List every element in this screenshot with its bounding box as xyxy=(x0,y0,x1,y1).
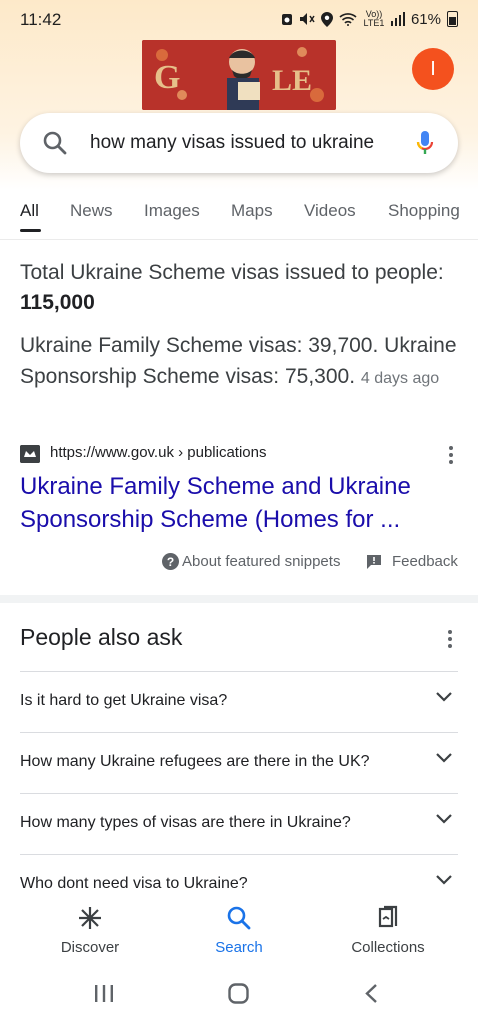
feedback-icon xyxy=(367,554,381,569)
chevron-down-icon xyxy=(436,692,452,702)
chevron-down-icon xyxy=(436,814,452,824)
help-icon: ? xyxy=(162,553,179,570)
nav-search[interactable]: Search xyxy=(179,905,299,956)
nav-discover[interactable]: Discover xyxy=(30,905,150,956)
about-snippets-label: About featured snippets xyxy=(182,553,341,570)
bottom-navigation: Discover Search Collections xyxy=(0,893,478,965)
wifi-icon xyxy=(339,13,357,26)
paa-question-text: Who dont need visa to Ukraine? xyxy=(20,875,248,892)
system-navigation-bar xyxy=(0,965,478,1024)
result-more-icon[interactable] xyxy=(448,446,454,466)
nav-discover-label: Discover xyxy=(60,939,120,956)
tab-maps[interactable]: Maps xyxy=(231,201,273,221)
battery-icon xyxy=(447,11,458,27)
battery-percent: 61% xyxy=(410,10,441,28)
tab-all[interactable]: All xyxy=(20,201,39,221)
paa-question-text: How many types of visas are there in Ukr… xyxy=(20,814,351,831)
source-url[interactable]: https://www.gov.uk › publications xyxy=(50,444,267,461)
nav-search-label: Search xyxy=(215,939,263,956)
status-icons: Vo)) LTE1 61% xyxy=(281,10,458,28)
feedback-button[interactable]: Feedback xyxy=(366,553,458,570)
paa-question[interactable]: Is it hard to get Ukraine visa? xyxy=(20,671,458,732)
paa-question[interactable]: How many types of visas are there in Ukr… xyxy=(20,793,458,854)
status-bar: 11:42 Vo)) LTE1 61% xyxy=(0,0,478,40)
tab-images[interactable]: Images xyxy=(144,201,200,221)
account-avatar[interactable]: I xyxy=(412,48,454,90)
mute-icon xyxy=(299,13,315,25)
chevron-down-icon xyxy=(436,753,452,763)
home-icon[interactable] xyxy=(228,983,249,1004)
featured-snippet-answer: Total Ukraine Scheme visas issued to peo… xyxy=(20,258,460,318)
gov-uk-favicon xyxy=(20,445,40,463)
nav-collections-label: Collections xyxy=(351,939,425,956)
svg-text:G: G xyxy=(154,59,180,96)
back-icon[interactable] xyxy=(364,983,378,1004)
lte-indicator: Vo)) LTE1 xyxy=(363,9,385,28)
paa-question[interactable]: How many Ukraine refugees are there in t… xyxy=(20,732,458,793)
people-also-ask-heading: People also ask xyxy=(20,624,183,650)
search-box[interactable]: how many visas issued to ukraine xyxy=(20,113,458,173)
nav-collections[interactable]: Collections xyxy=(328,905,448,956)
paa-question-text: How many Ukraine refugees are there in t… xyxy=(20,753,370,770)
screenshot-icon xyxy=(281,14,292,25)
feedback-label: Feedback xyxy=(392,553,458,570)
answer-prefix: Total Ukraine Scheme visas issued to peo… xyxy=(20,261,444,284)
answer-value: 115,000 xyxy=(20,291,95,314)
search-icon[interactable] xyxy=(42,130,68,161)
asterisk-icon xyxy=(79,907,101,929)
mic-icon[interactable] xyxy=(416,129,434,162)
tab-shopping[interactable]: Shopping xyxy=(388,201,460,221)
collections-icon xyxy=(378,905,398,928)
location-icon xyxy=(320,11,333,27)
signal-icon xyxy=(390,12,405,26)
recent-apps-icon[interactable] xyxy=(94,984,114,1003)
tab-news[interactable]: News xyxy=(70,201,113,221)
paa-more-icon[interactable] xyxy=(447,630,453,650)
source-row[interactable]: https://www.gov.uk › publications xyxy=(20,443,460,465)
search-tabs: All News Images Maps Videos Shopping xyxy=(0,195,478,240)
status-time: 11:42 xyxy=(20,10,62,29)
search-query[interactable]: how many visas issued to ukraine xyxy=(90,132,374,154)
result-title-link[interactable]: Ukraine Family Scheme and Ukraine Sponso… xyxy=(20,470,460,536)
tab-videos[interactable]: Videos xyxy=(304,201,356,221)
paa-question-text: Is it hard to get Ukraine visa? xyxy=(20,692,228,709)
svg-text:LE: LE xyxy=(272,64,312,97)
about-featured-snippets[interactable]: ? About featured snippets xyxy=(162,553,340,570)
section-divider xyxy=(0,595,478,603)
search-icon xyxy=(227,906,251,930)
chevron-down-icon xyxy=(436,875,452,885)
google-doodle[interactable]: G LE xyxy=(142,40,336,110)
featured-snippet-detail: Ukraine Family Scheme visas: 39,700. Ukr… xyxy=(20,330,460,394)
snippet-date: 4 days ago xyxy=(360,370,440,387)
active-tab-indicator xyxy=(20,229,41,232)
